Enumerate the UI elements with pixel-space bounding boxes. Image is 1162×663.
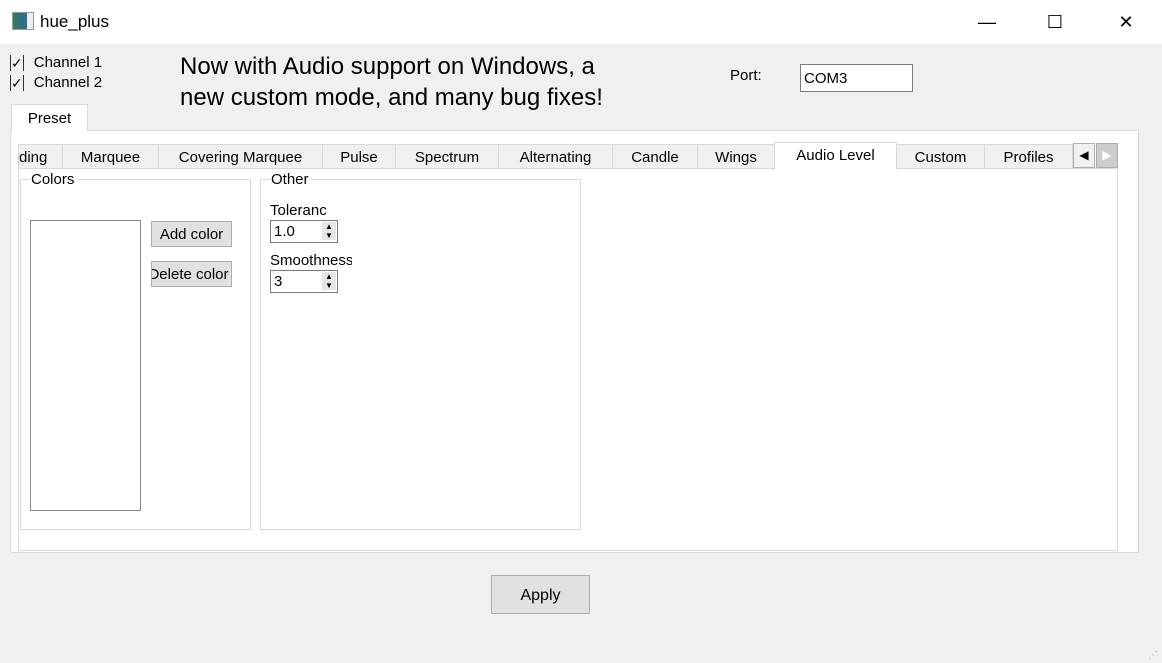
tab-wings[interactable]: Wings [697,144,775,169]
close-button[interactable]: ✕ [1103,0,1149,44]
spin-arrows-icon[interactable]: ▲ ▼ [322,222,336,240]
smoothness-label: Smoothness [270,252,352,269]
app-icon [12,12,34,30]
tab-profiles[interactable]: Profiles [984,144,1073,169]
tab-marquee[interactable]: Marquee [62,144,159,169]
apply-button[interactable]: Apply [491,575,590,614]
maximize-button[interactable]: ☐ [1032,0,1078,44]
add-color-button[interactable]: Add color [151,221,232,247]
tab-fading[interactable]: ding [18,144,63,169]
title-bar: hue_plus — ☐ ✕ [0,0,1162,44]
color-list[interactable] [30,220,141,511]
tab-covering-marquee[interactable]: Covering Marquee [158,144,323,169]
colors-group-title: Colors [29,171,77,188]
check-icon: ✓ [10,74,24,91]
resize-grip-icon[interactable]: ⋰ [1148,650,1158,661]
arrow-right-icon: ▶ [1102,148,1112,162]
delete-color-button[interactable]: Delete color [151,261,232,287]
tab-custom[interactable]: Custom [896,144,985,169]
port-input[interactable] [800,64,913,92]
tab-scroll-right-button[interactable]: ▶ [1096,143,1118,168]
spin-arrows-icon[interactable]: ▲ ▼ [322,272,336,290]
check-icon: ✓ [10,54,24,71]
port-label: Port: [730,67,762,84]
tab-spectrum[interactable]: Spectrum [395,144,499,169]
channel-2-checkbox[interactable]: ✓ Channel 2 [10,74,102,91]
tab-preset[interactable]: Preset [11,104,88,131]
announcement: Now with Audio support on Windows, a new … [180,53,603,111]
other-group-title: Other [269,171,311,188]
tab-candle[interactable]: Candle [612,144,698,169]
minimize-button[interactable]: — [964,0,1010,44]
arrow-left-icon: ◀ [1079,148,1089,162]
tab-scroll-left-button[interactable]: ◀ [1073,143,1095,168]
smoothness-spinbox[interactable]: 3 ▲ ▼ [270,270,338,293]
tolerance-label: Toleranc [270,202,327,219]
tolerance-spinbox[interactable]: 1.0 ▲ ▼ [270,220,338,243]
tab-audio-level[interactable]: Audio Level [774,142,897,170]
window-title: hue_plus [40,12,110,31]
tab-alternating[interactable]: Alternating [498,144,613,169]
channel-1-checkbox[interactable]: ✓ Channel 1 [10,54,102,71]
tab-pulse[interactable]: Pulse [322,144,396,169]
